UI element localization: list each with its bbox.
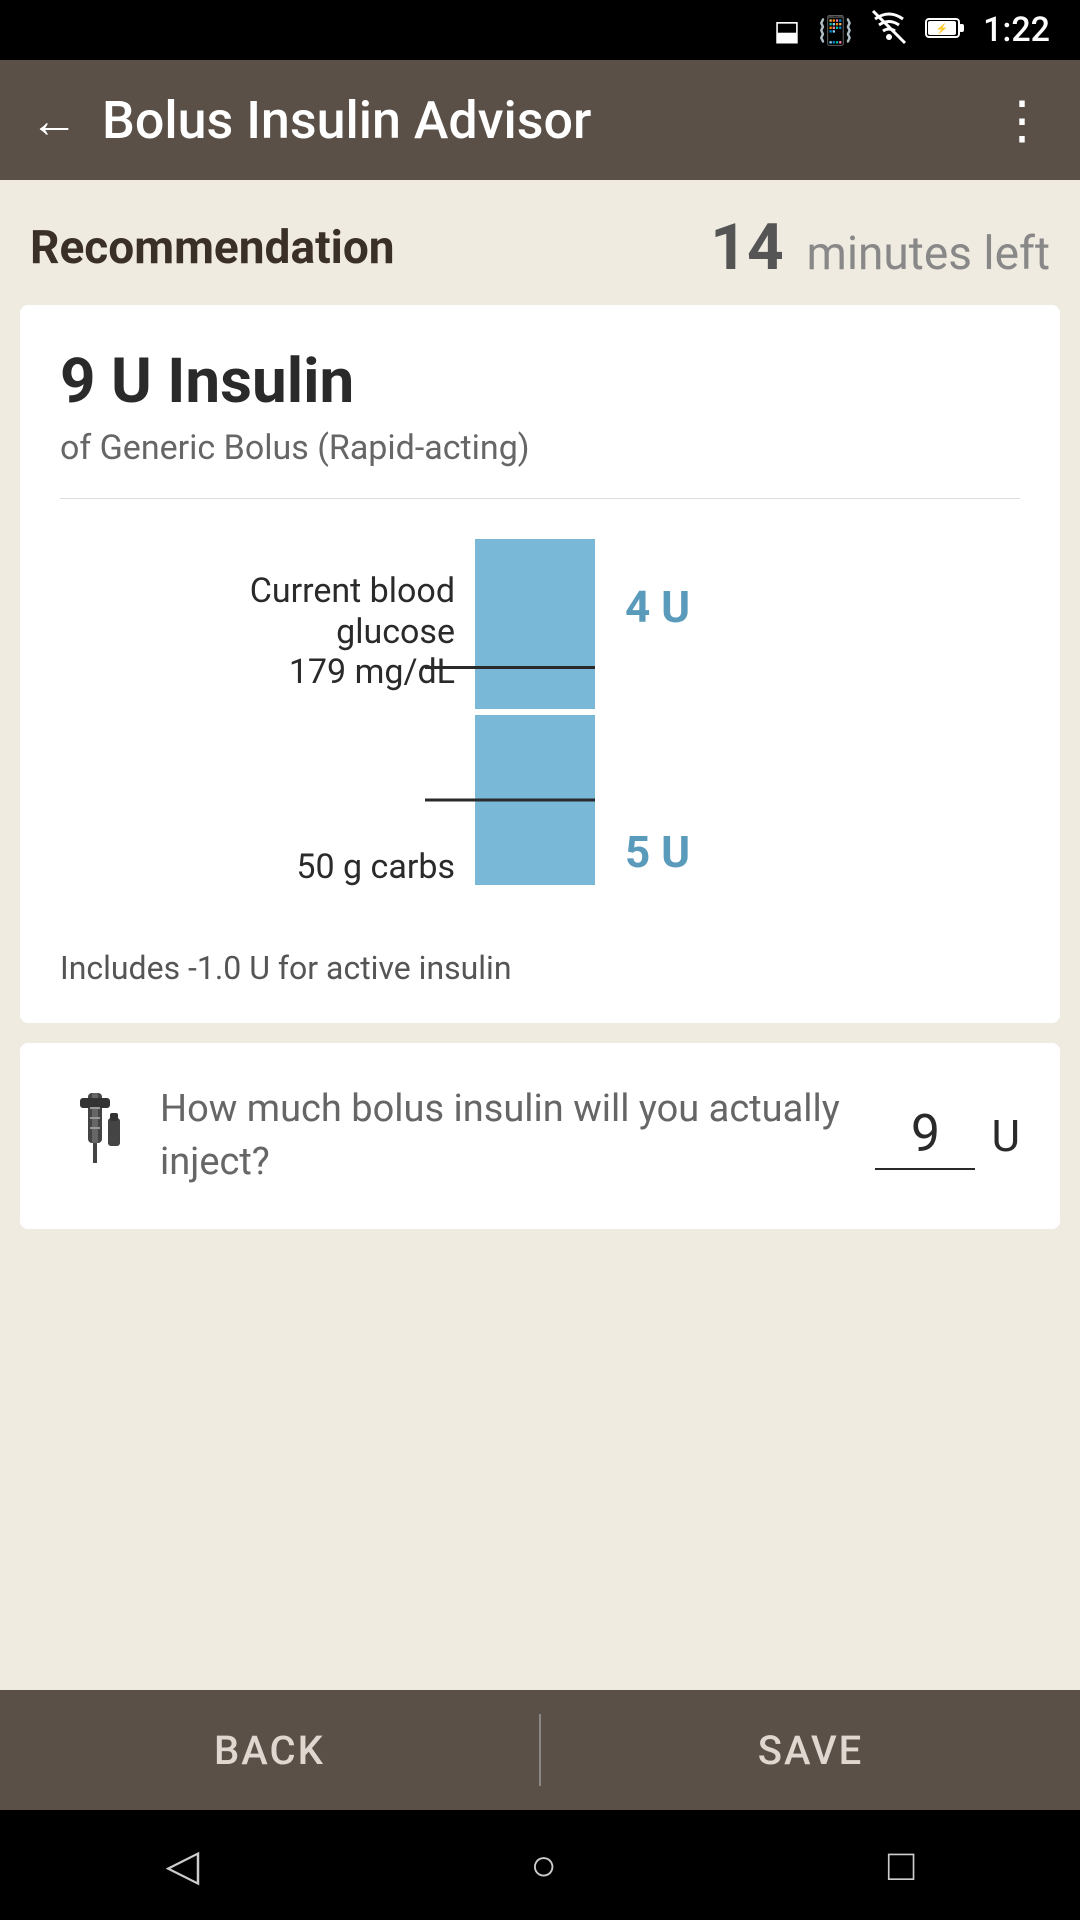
insulin-subtitle: of Generic Bolus (Rapid-acting) [60,428,1020,468]
signal-off-icon [871,9,907,52]
menu-button[interactable]: ⋮ [996,90,1050,151]
glucose-bar [475,539,595,709]
inject-value-input[interactable]: 9 [875,1103,975,1170]
carbs-label-group: 50 g carbs [296,847,455,888]
glucose-label-line2: glucose [336,612,455,653]
chart-labels: Current blood glucose 179 mg/dL 50 g car… [60,539,465,919]
back-button[interactable]: ← [30,92,78,149]
content-area: Recommendation 14 minutes left 9 U Insul… [0,180,1080,1690]
minutes-left-number: 14 [710,210,783,285]
app-bar-title: Bolus Insulin Advisor [102,90,996,151]
status-bar: ⬓ 📳 ⚡ 1:22 [0,0,1080,60]
chart-area: Current blood glucose 179 mg/dL 50 g car… [60,539,1020,919]
status-time: 1:22 [983,10,1050,50]
insulin-amount: 9 U Insulin [60,345,1020,418]
chart-bars [465,539,605,919]
nav-back-icon[interactable]: ◁ [166,1839,200,1891]
glucose-label-line1: Current blood [250,571,455,612]
active-insulin-note: Includes -1.0 U for active insulin [60,949,1020,987]
bluetooth-icon: ⬓ [774,14,800,47]
app-bar: ← Bolus Insulin Advisor ⋮ [0,60,1080,180]
glucose-value: 179 mg/dL [289,652,455,693]
vibrate-icon: 📳 [818,14,853,47]
glucose-bar-line [425,666,595,669]
inject-question: How much bolus insulin will you actually… [160,1083,845,1189]
nav-recent-icon[interactable]: □ [888,1839,915,1891]
syringe-icon [60,1088,130,1184]
nav-bar: ◁ ○ □ [0,1810,1080,1920]
card-divider [60,498,1020,499]
recommendation-label: Recommendation [30,221,395,275]
carbs-bar-value: 5 U [625,826,690,878]
carbs-bar [475,715,595,885]
inject-input-area: 9 U [875,1103,1020,1170]
chart-values: 4 U 5 U [605,539,1020,919]
glucose-label-group: Current blood glucose 179 mg/dL [250,571,455,693]
save-button-label: SAVE [758,1727,864,1774]
time-left: 14 minutes left [710,210,1050,285]
minutes-left-label: minutes left [807,227,1051,281]
battery-icon: ⚡ [925,14,965,47]
bottom-bar: BACK SAVE [0,1690,1080,1810]
save-button[interactable]: SAVE [541,1690,1080,1810]
inject-card: How much bolus insulin will you actually… [20,1043,1060,1229]
svg-text:⚡: ⚡ [936,22,948,35]
inject-unit: U [991,1110,1020,1162]
back-button-bottom[interactable]: BACK [0,1690,539,1810]
carbs-label: 50 g carbs [296,847,455,888]
glucose-bar-value: 4 U [625,581,690,633]
nav-home-icon[interactable]: ○ [530,1839,557,1891]
back-button-label: BACK [214,1727,325,1774]
carbs-bar-line [425,799,595,802]
header-row: Recommendation 14 minutes left [20,210,1060,285]
recommendation-card: 9 U Insulin of Generic Bolus (Rapid-acti… [20,305,1060,1023]
